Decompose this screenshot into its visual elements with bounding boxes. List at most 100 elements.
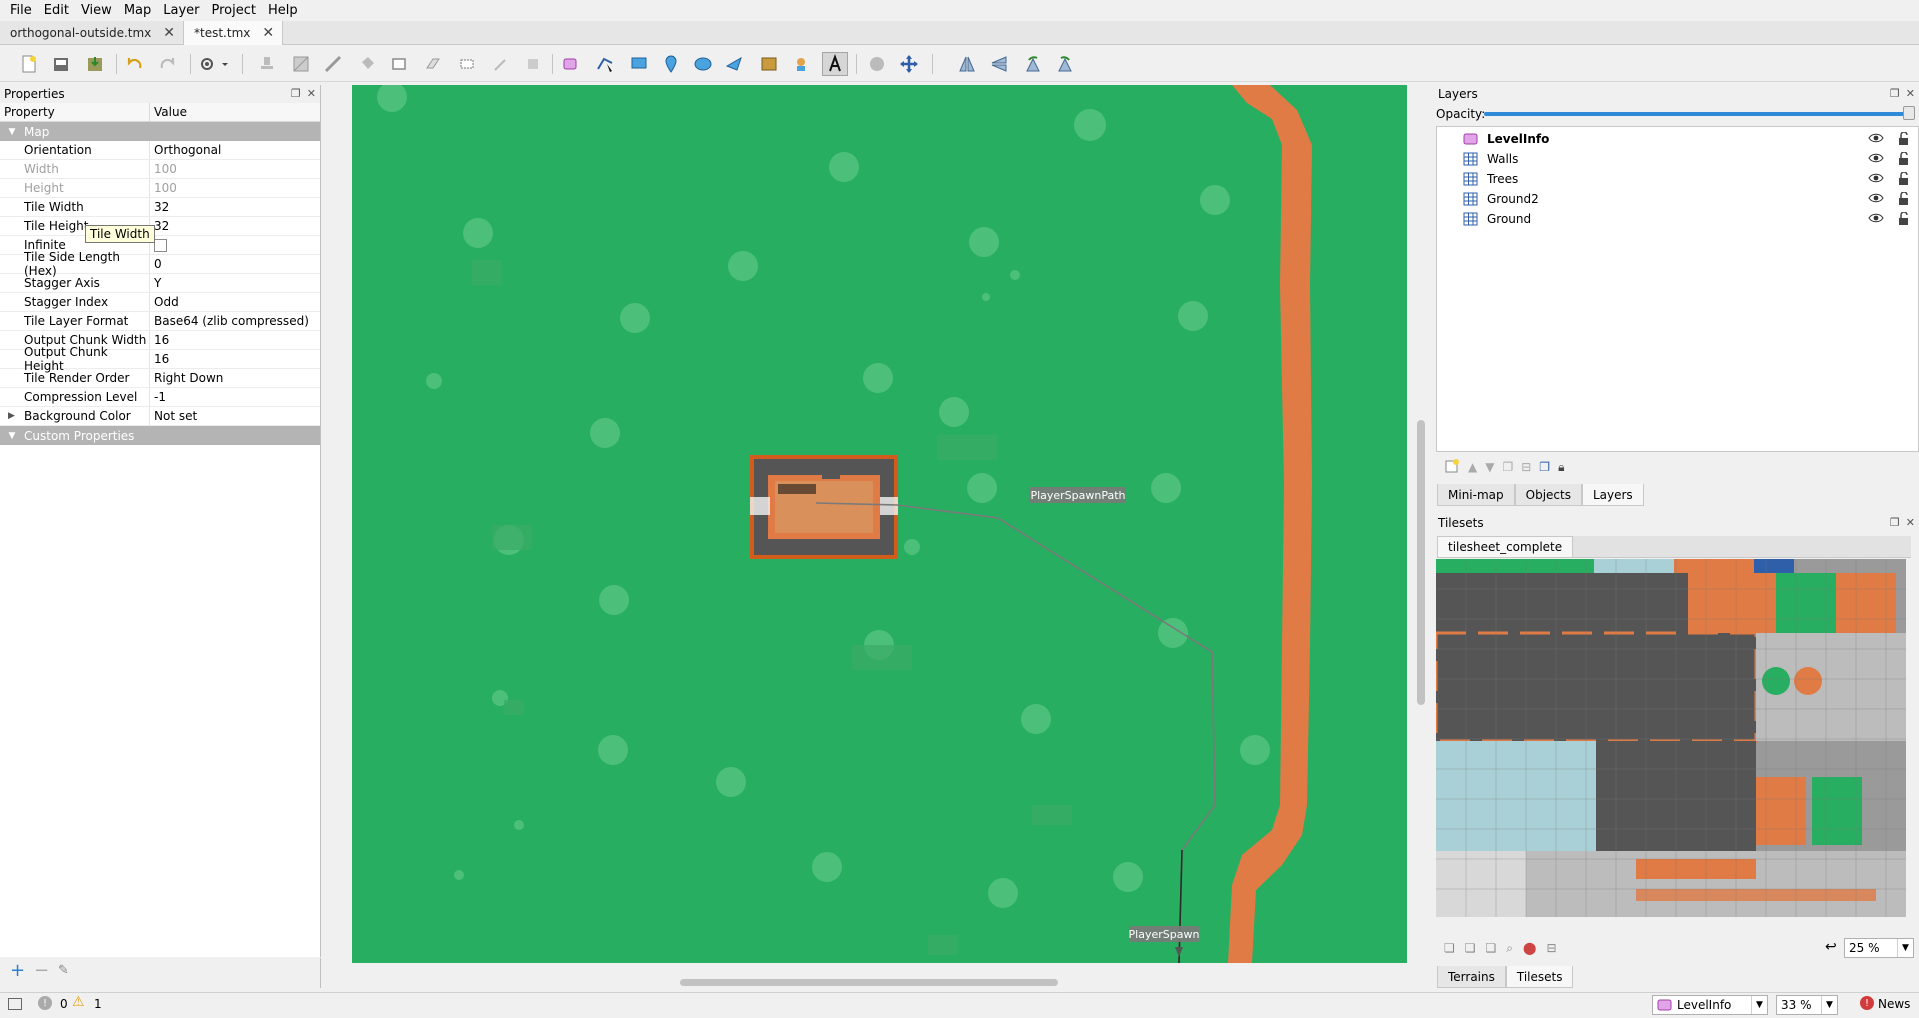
redo-icon[interactable]	[154, 52, 180, 76]
lock-icon[interactable]	[1898, 191, 1910, 209]
menu-file[interactable]: File	[4, 3, 38, 18]
tileset-image[interactable]	[1436, 559, 1906, 917]
insert-point-icon[interactable]	[658, 52, 684, 76]
stamp-brush-icon[interactable]	[254, 52, 280, 76]
close-icon[interactable]: ✕	[1906, 87, 1915, 100]
shape-fill-icon[interactable]	[386, 52, 412, 76]
warning-icon[interactable]: ⚠	[72, 994, 85, 1010]
close-icon[interactable]: ✕	[163, 25, 175, 41]
undo-icon[interactable]	[122, 52, 148, 76]
property-row-compression-level[interactable]: Compression Level -1	[0, 388, 320, 407]
lock-unlock-other-layers-icon[interactable]: 🔒︎	[1558, 460, 1564, 475]
property-row-orientation[interactable]: Orientation Orthogonal	[0, 141, 320, 160]
infinite-checkbox[interactable]	[154, 238, 167, 252]
wang-fill-icon[interactable]	[896, 52, 922, 76]
map-zoom-combo[interactable]: 33 % ▼	[1776, 995, 1838, 1015]
edit-tileset-icon[interactable]: ⬤	[1523, 941, 1536, 955]
news-icon[interactable]: !	[1860, 996, 1874, 1010]
collapse-icon[interactable]: ▼	[0, 431, 24, 441]
tileset-horizontal-scrollbar[interactable]	[1437, 918, 1907, 928]
remove-property-icon[interactable]: −	[34, 960, 49, 981]
property-row-tile-height[interactable]: Tile Height 32	[0, 217, 320, 236]
eye-icon[interactable]	[1868, 152, 1884, 167]
flip-vertical-icon[interactable]	[986, 52, 1012, 76]
tab-terrains[interactable]: Terrains	[1437, 966, 1506, 988]
terrain-brush-icon[interactable]	[288, 52, 314, 76]
tileset-zoom-combo[interactable]: 25 % ▼	[1844, 938, 1914, 958]
map-vertical-scroll-thumb[interactable]	[1417, 420, 1425, 705]
menu-help[interactable]: Help	[262, 3, 304, 18]
property-row-tile-width[interactable]: Tile Width 32	[0, 198, 320, 217]
tab-test[interactable]: *test.tmx ✕	[184, 21, 284, 45]
new-layer-icon[interactable]	[1444, 458, 1460, 477]
current-layer-combo[interactable]: LevelInfo ▼	[1652, 995, 1768, 1015]
wang-brush-icon[interactable]	[320, 52, 346, 76]
flip-horizontal-icon[interactable]	[954, 52, 980, 76]
lower-layer-icon[interactable]: ▼	[1485, 460, 1494, 474]
property-row-tile-side-length[interactable]: Tile Side Length (Hex) 0	[0, 250, 320, 278]
eye-icon[interactable]	[1868, 132, 1884, 147]
insert-rectangle-icon[interactable]	[626, 52, 652, 76]
random-mode-icon[interactable]	[864, 52, 890, 76]
property-row-stagger-index[interactable]: Stagger Index Odd	[0, 293, 320, 312]
show-hide-other-layers-icon[interactable]: ❐	[1539, 460, 1550, 474]
column-property[interactable]: Property	[0, 103, 150, 121]
layer-item-levelinfo[interactable]: LevelInfo	[1437, 129, 1918, 149]
tileset-properties-icon[interactable]: ⌕	[1506, 941, 1513, 956]
float-icon[interactable]: ❐	[1890, 87, 1900, 100]
tab-layers[interactable]: Layers	[1581, 484, 1644, 506]
rotate-right-icon[interactable]	[1052, 52, 1078, 76]
tileset-vertical-scrollbar[interactable]	[1908, 559, 1918, 917]
tab-tilesets[interactable]: Tilesets	[1505, 966, 1574, 988]
close-icon[interactable]: ✕	[307, 87, 316, 100]
lock-icon[interactable]	[1898, 211, 1910, 229]
rotate-left-icon[interactable]	[1020, 52, 1046, 76]
tab-orthogonal-outside[interactable]: orthogonal-outside.tmx ✕	[0, 21, 185, 45]
collapse-icon[interactable]: ▼	[0, 127, 24, 137]
property-row-output-chunk-height[interactable]: Output Chunk Height 16	[0, 345, 320, 373]
console-icon[interactable]	[8, 998, 22, 1010]
layer-item-ground[interactable]: Ground	[1437, 209, 1918, 229]
rename-property-icon[interactable]: ✎	[58, 963, 69, 978]
new-map-icon[interactable]	[16, 52, 42, 76]
map-horizontal-scroll-thumb[interactable]	[680, 979, 1058, 986]
opacity-slider-handle[interactable]	[1903, 106, 1915, 120]
eye-icon[interactable]	[1868, 212, 1884, 227]
group-custom-properties[interactable]: ▼ Custom Properties	[0, 426, 320, 445]
new-tileset-icon[interactable]: ❏	[1444, 941, 1455, 955]
tab-tilesheet-complete[interactable]: tilesheet_complete	[1437, 536, 1574, 558]
select-same-tile-icon[interactable]	[520, 52, 546, 76]
dynamic-wrapping-icon[interactable]: ↩	[1825, 939, 1837, 955]
layer-item-trees[interactable]: Trees	[1437, 169, 1918, 189]
menu-view[interactable]: View	[75, 3, 118, 18]
raise-layer-icon[interactable]: ▲	[1468, 460, 1477, 474]
group-map[interactable]: ▼ Map	[0, 122, 320, 141]
lock-icon[interactable]	[1898, 171, 1910, 189]
magic-wand-icon[interactable]	[488, 52, 514, 76]
bucket-fill-icon[interactable]	[354, 52, 380, 76]
close-icon[interactable]: ✕	[262, 25, 274, 41]
insert-tile-icon[interactable]	[756, 52, 782, 76]
map-canvas[interactable]: PlayerSpawnPath PlayerSpawn	[352, 85, 1407, 963]
news-label[interactable]: News	[1878, 997, 1910, 1011]
layer-item-ground2[interactable]: Ground2	[1437, 189, 1918, 209]
close-icon[interactable]: ✕	[1906, 516, 1915, 529]
add-property-icon[interactable]: +	[10, 960, 25, 981]
insert-template-icon[interactable]	[788, 52, 814, 76]
menu-edit[interactable]: Edit	[38, 3, 75, 18]
edit-polygons-icon[interactable]	[592, 52, 618, 76]
expand-icon[interactable]: ▶	[8, 411, 15, 421]
insert-polygon-icon[interactable]	[722, 52, 748, 76]
float-icon[interactable]: ❐	[1890, 516, 1900, 529]
embed-tileset-icon[interactable]: ❏	[1465, 941, 1476, 955]
column-value[interactable]: Value	[150, 103, 187, 121]
remove-tileset-icon[interactable]: ⊟	[1546, 941, 1556, 955]
property-row-stagger-axis[interactable]: Stagger Axis Y	[0, 274, 320, 293]
menu-layer[interactable]: Layer	[157, 3, 205, 18]
eye-icon[interactable]	[1868, 172, 1884, 187]
opacity-slider[interactable]	[1484, 112, 1909, 116]
insert-text-icon[interactable]	[822, 52, 848, 76]
property-row-background-color[interactable]: ▶ Background Color Not set	[0, 407, 320, 426]
lock-icon[interactable]	[1898, 151, 1910, 169]
duplicate-layer-icon[interactable]: ❐	[1502, 460, 1513, 474]
